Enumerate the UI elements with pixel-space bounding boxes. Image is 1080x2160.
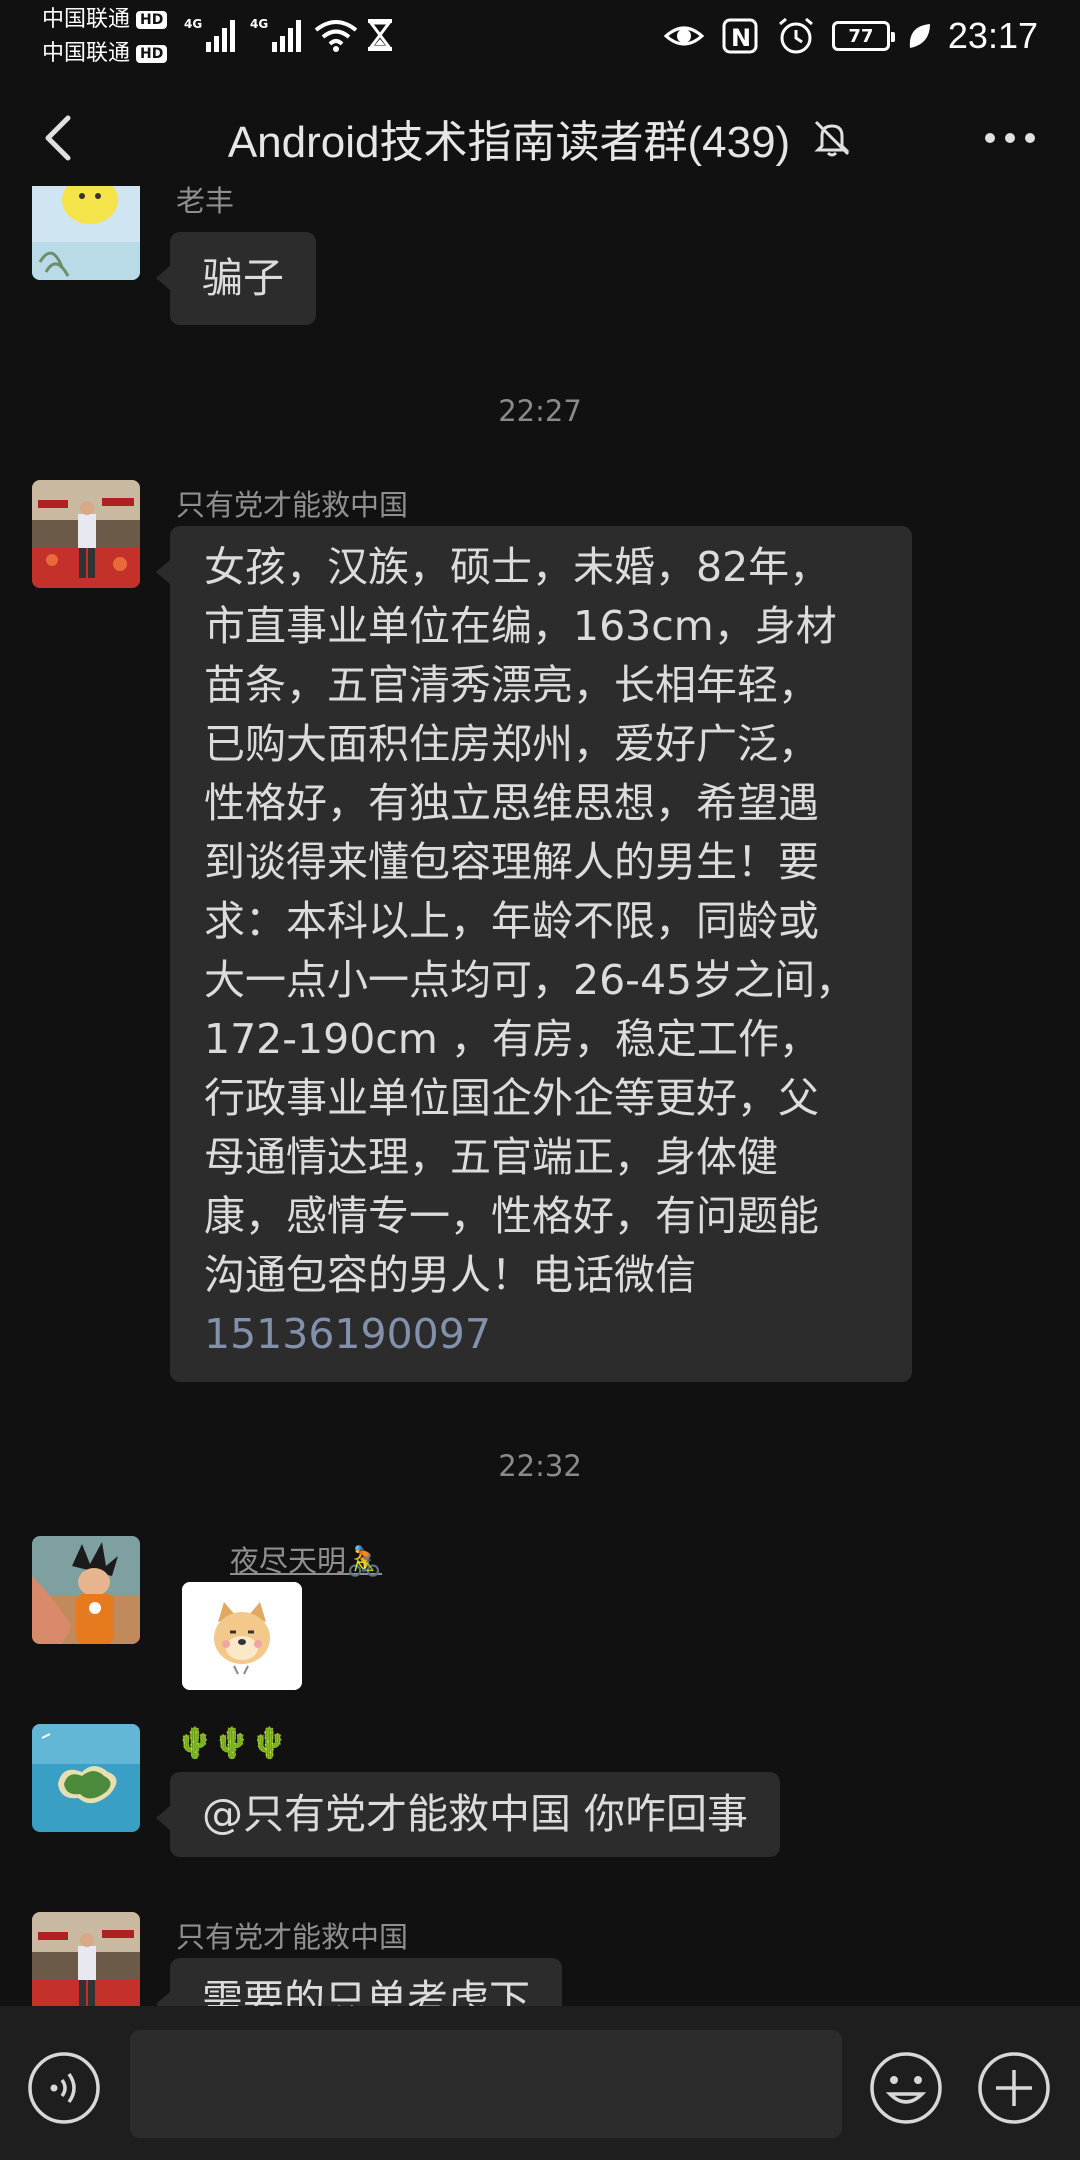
phone-number-link[interactable]: 15136190097 xyxy=(204,1305,884,1364)
message-bubble[interactable]: 骗子 xyxy=(156,232,316,325)
status-icons-right: N 77 23:17 xyxy=(663,10,1038,62)
network-1-label: 4G xyxy=(184,17,202,31)
nfc-icon: N xyxy=(722,18,758,54)
leaf-icon xyxy=(909,24,930,48)
battery-level: 77 xyxy=(848,25,874,47)
time-separator: 22:32 xyxy=(498,1449,582,1483)
message-bubble[interactable]: 需要的只单考虑下 xyxy=(156,1958,562,2006)
avatar[interactable] xyxy=(32,186,140,280)
wifi-icon xyxy=(314,20,358,52)
message-line: 大一点小一点均可，26-45岁之间， xyxy=(204,956,857,1004)
message-line: 求：本科以上，年龄不限，同龄或 xyxy=(204,897,819,945)
message-text: 骗子 xyxy=(202,254,284,302)
message-input[interactable] xyxy=(130,2030,842,2138)
sender-name: 老丰 xyxy=(176,186,235,218)
signal-icon-2: 4G xyxy=(250,17,301,52)
message-line: 性格好，有独立思维思想，希望遇 xyxy=(204,779,819,827)
clock: 23:17 xyxy=(947,15,1038,56)
hd-badge-1: HD xyxy=(136,11,168,29)
sender-name: 只有党才能救中国 xyxy=(176,1920,409,1954)
message-line: 母通情达理，五官端正，身体健 xyxy=(204,1133,778,1181)
battery-indicator: 77 xyxy=(831,21,895,51)
carrier-1-label: 中国联通 xyxy=(42,7,131,32)
network-2-label: 4G xyxy=(250,17,268,31)
message-list[interactable]: 老丰 骗子 22:27 只有党才能救中国 女孩，汉族，硕士，未婚，82年， 市直… xyxy=(0,186,1080,2006)
status-bar: 中国联通 HD 中国联通 HD 4G 4G N 77 23:17 xyxy=(0,0,1080,75)
hd-badge-2: HD xyxy=(136,45,168,63)
message-bubble[interactable]: @只有党才能救中国 你咋回事 xyxy=(155,1772,781,1857)
hourglass-icon xyxy=(368,19,392,51)
message-line: 女孩，汉族，硕士，未婚，82年， xyxy=(204,543,831,591)
message-line: 沟通包容的男人！电话微信 xyxy=(204,1251,696,1299)
avatar[interactable] xyxy=(32,480,140,588)
more-options-button[interactable] xyxy=(980,118,1040,158)
alarm-icon xyxy=(778,17,813,54)
chat-header: Android技术指南读者群(439) xyxy=(0,90,1080,186)
eye-icon xyxy=(663,26,704,46)
message-line: 苗条，五官清秀漂亮，长相年轻， xyxy=(204,661,819,709)
avatar[interactable] xyxy=(32,1724,140,1832)
chat-title[interactable]: Android技术指南读者群(439) xyxy=(228,106,790,170)
input-bar xyxy=(0,2006,1080,2160)
message-text: @只有党才能救中国 你咋回事 xyxy=(202,1790,749,1838)
add-attachment-button[interactable] xyxy=(976,2050,1052,2126)
avatar[interactable] xyxy=(32,1912,140,2006)
voice-button[interactable] xyxy=(26,2050,102,2126)
message-line: 行政事业单位国企外企等更好，父 xyxy=(204,1074,819,1122)
message-line: 172-190cm ，有房，稳定工作， xyxy=(204,1015,820,1063)
message-text: 需要的只单考虑下 xyxy=(202,1976,530,2006)
sender-name: 只有党才能救中国 xyxy=(176,488,409,522)
carrier-2: 中国联通 HD xyxy=(42,41,168,66)
message-line: 已购大面积住房郑州，爱好广泛， xyxy=(204,720,819,768)
title-group: Android技术指南读者群(439) xyxy=(0,108,1080,168)
doge-sticker-icon xyxy=(182,1582,302,1690)
emoji-button[interactable] xyxy=(868,2050,944,2126)
message-line: 市直事业单位在编，163cm，身材 xyxy=(204,602,837,650)
message-line: 康，感情专一，性格好，有问题能 xyxy=(204,1192,819,1240)
carrier-1: 中国联通 HD xyxy=(42,7,168,32)
signal-icon: 4G xyxy=(184,17,235,52)
svg-text:N: N xyxy=(731,24,751,52)
mute-bell-icon xyxy=(814,120,850,157)
avatar[interactable] xyxy=(32,1536,140,1644)
message-bubble[interactable]: 女孩，汉族，硕士，未婚，82年， 市直事业单位在编，163cm，身材 苗条，五官… xyxy=(156,526,912,1382)
time-separator: 22:27 xyxy=(498,394,582,428)
sticker-message[interactable] xyxy=(182,1582,302,1690)
sender-name: 🌵🌵🌵 xyxy=(176,1726,289,1761)
message-line: 到谈得来懂包容理解人的男生！要 xyxy=(204,838,819,886)
carrier-2-label: 中国联通 xyxy=(42,41,131,66)
sender-name: 夜尽天明🚴 xyxy=(230,1544,383,1578)
